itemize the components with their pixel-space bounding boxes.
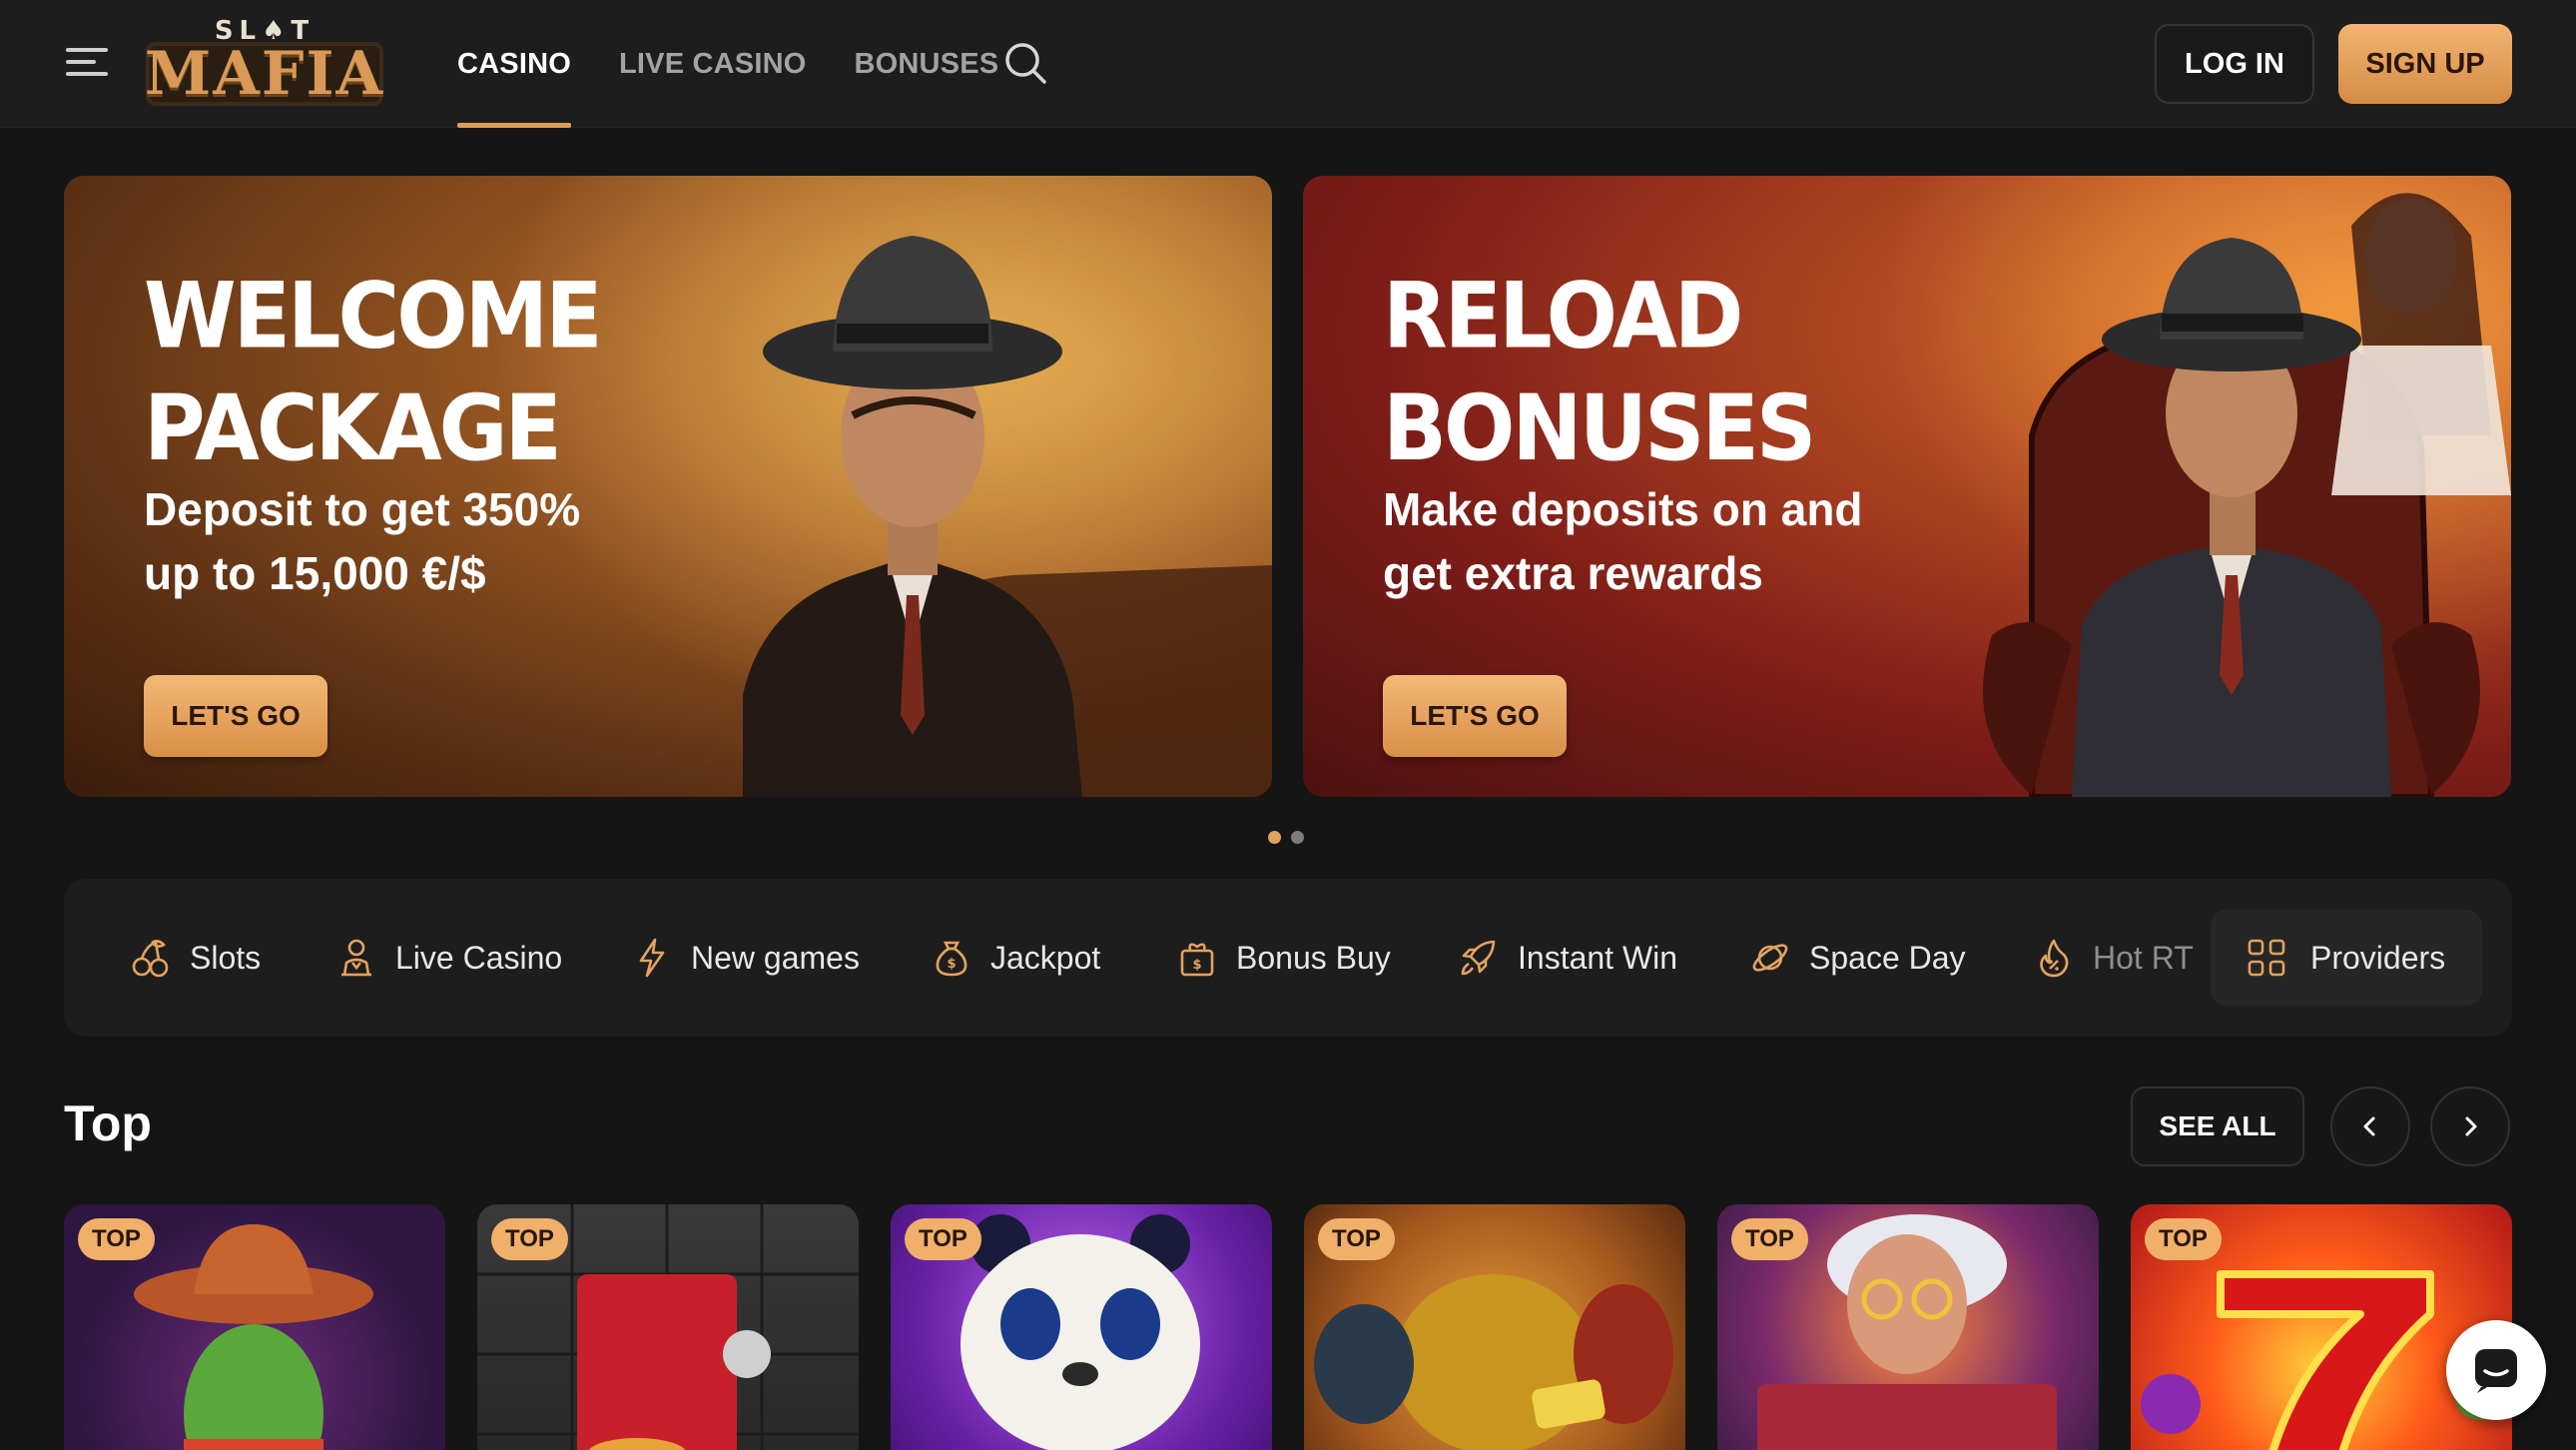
main-nav: CASINO LIVE CASINO BONUSES — [457, 0, 998, 128]
top-badge: TOP — [1731, 1218, 1808, 1260]
game-tile[interactable]: TOP — [2131, 1204, 2512, 1450]
carousel-next-button[interactable] — [2430, 1087, 2510, 1166]
lightning-icon — [639, 938, 665, 978]
category-label: Instant Win — [1518, 939, 1678, 976]
category-label: New games — [691, 939, 860, 976]
category-label: Bonus Buy — [1236, 939, 1391, 976]
login-button[interactable]: LOG IN — [2155, 24, 2314, 104]
carousel-dot[interactable] — [1291, 831, 1304, 844]
category-bonus-buy[interactable]: $ Bonus Buy — [1176, 879, 1391, 1037]
top-badge: TOP — [1318, 1218, 1395, 1260]
reload-bonuses-banner[interactable]: RELOAD BONUSES Make deposits on and get ex… — [1303, 176, 2511, 797]
carousel-prev-button[interactable] — [2330, 1087, 2410, 1166]
category-label: Hot RT — [2093, 939, 2194, 976]
banner-title: WELCOME PACKAGE — [144, 263, 603, 481]
section-title-top: Top — [64, 1095, 152, 1151]
rocket-icon — [1461, 940, 1496, 976]
game-tile[interactable]: TOP — [1717, 1204, 2099, 1450]
category-label: Live Casino — [395, 939, 563, 976]
top-badge: TOP — [2145, 1218, 2222, 1260]
see-all-button[interactable]: SEE ALL — [2131, 1087, 2304, 1166]
nav-casino[interactable]: CASINO — [457, 0, 571, 128]
category-label: Slots — [190, 939, 262, 976]
nav-live-casino[interactable]: LIVE CASINO — [619, 0, 807, 128]
svg-text:$: $ — [947, 957, 956, 972]
top-badge: TOP — [491, 1218, 568, 1260]
banner-title: RELOAD BONUSES — [1383, 263, 1816, 481]
grid-icon — [2248, 939, 2285, 977]
money-bag-icon: $ — [936, 941, 967, 977]
site-header: SL♠T MAFIA CASINO LIVE CASINO BONUSES LO… — [0, 0, 2576, 128]
planet-icon — [1752, 944, 1788, 972]
category-label: Jackpot — [990, 939, 1101, 976]
search-icon[interactable] — [1002, 40, 1048, 86]
chat-icon — [2475, 1349, 2517, 1393]
cherries-icon — [132, 940, 169, 978]
category-slots[interactable]: Slots — [130, 879, 261, 1037]
category-hot-rtp[interactable]: Hot RT — [2033, 879, 2194, 1037]
svg-text:$: $ — [1192, 958, 1201, 973]
welcome-lets-go-button[interactable]: LET'S GO — [144, 675, 327, 757]
providers-label: Providers — [2310, 939, 2446, 976]
reload-lets-go-button[interactable]: LET'S GO — [1383, 675, 1567, 757]
category-live-casino[interactable]: Live Casino — [335, 879, 562, 1037]
category-jackpot[interactable]: $ Jackpot — [931, 879, 1100, 1037]
top-badge: TOP — [78, 1218, 155, 1260]
nav-bonuses[interactable]: BONUSES — [855, 0, 999, 128]
category-new-games[interactable]: New games — [631, 879, 860, 1037]
chevron-right-icon — [2465, 1116, 2477, 1136]
top-badge: TOP — [905, 1218, 981, 1260]
game-tile[interactable]: TOP — [891, 1204, 1272, 1450]
providers-button[interactable]: Providers — [2211, 910, 2482, 1006]
category-bar: Slots Live Casino New games $ Jackpot $ … — [64, 879, 2512, 1037]
category-space-day[interactable]: Space Day — [1749, 879, 1966, 1037]
game-tile[interactable]: TOP — [1304, 1204, 1685, 1450]
carousel-dot[interactable] — [1268, 831, 1281, 844]
gift-bag-icon: $ — [1180, 943, 1214, 977]
flame-icon — [2040, 939, 2069, 978]
site-logo[interactable]: SL♠T MAFIA — [144, 16, 385, 110]
chevron-left-icon — [2363, 1116, 2375, 1136]
category-instant-win[interactable]: Instant Win — [1458, 879, 1677, 1037]
welcome-package-banner[interactable]: WELCOME PACKAGE Deposit to get 350% up to … — [64, 176, 1272, 797]
game-tile[interactable]: TOP — [64, 1204, 445, 1450]
game-tile[interactable]: TOP — [477, 1204, 859, 1450]
logo-main-text: MAFIA — [144, 39, 385, 109]
top-games-row: TOP TOP TOP TOP TOP TOP — [64, 1204, 2512, 1450]
banner-subtitle: Make deposits on and get extra rewards — [1383, 483, 1863, 599]
chat-button[interactable] — [2446, 1320, 2546, 1420]
banner-subtitle: Deposit to get 350% up to 15,000 €/$ — [144, 483, 581, 599]
signup-button[interactable]: SIGN UP — [2338, 24, 2512, 104]
carousel-pagination — [1268, 831, 1304, 844]
dealer-icon — [341, 939, 371, 977]
category-label: Space Day — [1809, 939, 1966, 976]
menu-icon[interactable] — [66, 46, 110, 78]
